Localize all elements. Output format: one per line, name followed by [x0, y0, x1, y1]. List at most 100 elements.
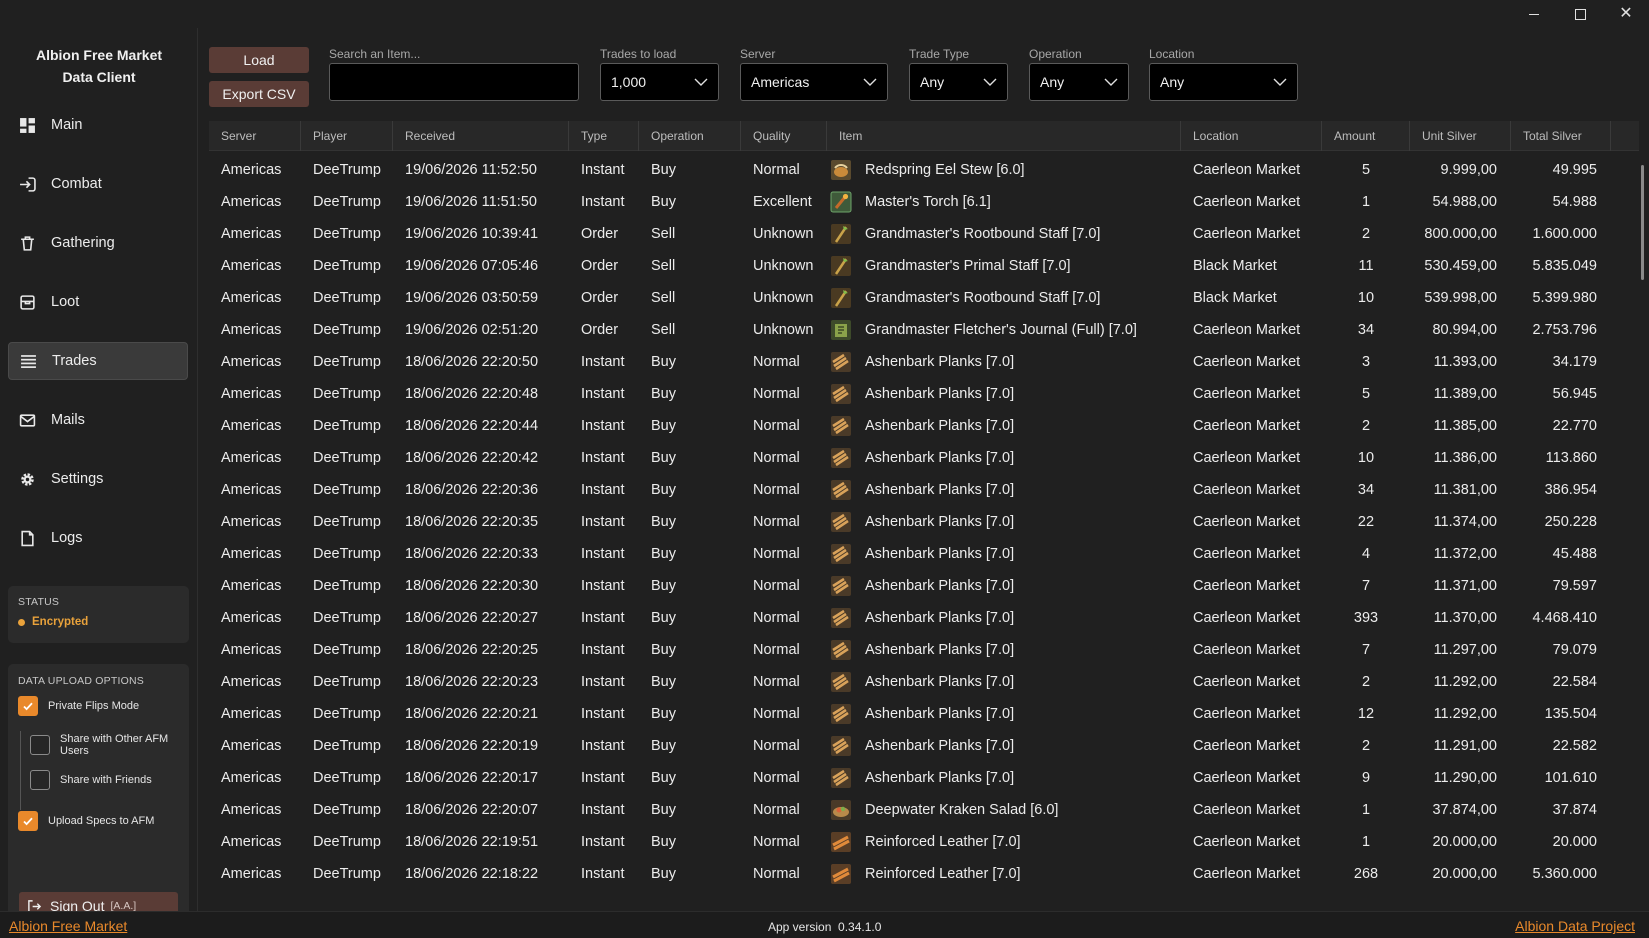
sidebar-item-mails[interactable]: Mails [8, 401, 188, 439]
table-row[interactable]: Americas DeeTrump 19/06/2026 02:51:20 Order… [209, 314, 1639, 346]
cell-amount: 3 [1361, 354, 1371, 370]
column-header-location[interactable]: Location [1181, 121, 1322, 151]
cell-server: Americas [221, 162, 282, 178]
mail-icon [18, 411, 36, 429]
table-row[interactable]: Americas DeeTrump 19/06/2026 11:51:50 Insta… [209, 186, 1639, 218]
table-row[interactable]: Americas DeeTrump 18/06/2026 22:20:50 Insta… [209, 346, 1639, 378]
column-header-type[interactable]: Type [569, 121, 639, 151]
private-flips-option[interactable]: Private Flips Mode [18, 696, 139, 716]
upload-specs-checkbox[interactable] [18, 811, 38, 831]
albion-data-project-link[interactable]: Albion Data Project [1515, 918, 1635, 934]
table-row[interactable]: Americas DeeTrump 18/06/2026 22:20:42 Insta… [209, 442, 1639, 474]
column-header-amount[interactable]: Amount [1322, 121, 1410, 151]
table-row[interactable]: Americas DeeTrump 18/06/2026 22:20:44 Insta… [209, 410, 1639, 442]
close-button[interactable]: ✕ [1603, 0, 1649, 28]
table-row[interactable]: Americas DeeTrump 18/06/2026 22:20:17 Insta… [209, 762, 1639, 794]
share-friends-option[interactable]: Share with Friends [30, 770, 152, 790]
column-header-unit-silver[interactable]: Unit Silver [1410, 121, 1511, 151]
maximize-button[interactable] [1557, 0, 1603, 28]
sidebar-item-gathering[interactable]: Gathering [8, 224, 188, 262]
location-select[interactable]: Any [1149, 63, 1298, 101]
column-header-quality[interactable]: Quality [741, 121, 827, 151]
cell-quality: Normal [753, 578, 800, 594]
share-friends-checkbox[interactable] [30, 770, 50, 790]
table-row[interactable]: Americas DeeTrump 18/06/2026 22:20:36 Insta… [209, 474, 1639, 506]
cell-unit-silver: 9.999,00 [1440, 162, 1497, 178]
cell-location: Caerleon Market [1193, 226, 1301, 242]
table-scrollbar[interactable] [1641, 165, 1644, 280]
cell-item: Ashenbark Planks [7.0] [827, 350, 1181, 374]
table-row[interactable]: Americas DeeTrump 18/06/2026 22:20:25 Insta… [209, 634, 1639, 666]
cell-location: Caerleon Market [1193, 834, 1301, 850]
table-row[interactable]: Americas DeeTrump 18/06/2026 22:20:07 Insta… [209, 794, 1639, 826]
cell-type: Instant [581, 482, 625, 498]
cell-player: DeeTrump [313, 738, 381, 754]
table-row[interactable]: Americas DeeTrump 19/06/2026 10:39:41 Order… [209, 218, 1639, 250]
close-icon: ✕ [1619, 5, 1633, 22]
planks-item-icon [829, 350, 853, 374]
table-row[interactable]: Americas DeeTrump 18/06/2026 22:20:27 Insta… [209, 602, 1639, 634]
cell-operation: Buy [651, 194, 676, 210]
sidebar-item-loot[interactable]: Loot [8, 283, 188, 321]
sidebar-item-main[interactable]: Main [8, 106, 188, 144]
cell-location: Caerleon Market [1193, 450, 1301, 466]
cell-total-silver: 56.945 [1552, 386, 1597, 402]
cell-amount: 4 [1361, 546, 1371, 562]
cell-player: DeeTrump [313, 322, 381, 338]
trade-type-select[interactable]: Any [909, 63, 1008, 101]
cell-location: Caerleon Market [1193, 418, 1301, 434]
column-header-operation[interactable]: Operation [639, 121, 741, 151]
upload-specs-option[interactable]: Upload Specs to AFM [18, 811, 154, 831]
table-row[interactable]: Americas DeeTrump 19/06/2026 03:50:59 Order… [209, 282, 1639, 314]
server-select[interactable]: Americas [740, 63, 888, 101]
share-afm-option[interactable]: Share with Other AFM Users [30, 733, 180, 757]
cell-operation: Sell [651, 258, 676, 274]
table-row[interactable]: Americas DeeTrump 19/06/2026 11:52:50 Insta… [209, 154, 1639, 186]
sidebar-item-trades[interactable]: Trades [8, 342, 188, 380]
cell-type: Instant [581, 866, 625, 882]
sidebar-item-label: Mails [51, 412, 85, 428]
table-row[interactable]: Americas DeeTrump 18/06/2026 22:20:33 Insta… [209, 538, 1639, 570]
albion-free-market-link[interactable]: Albion Free Market [9, 918, 127, 934]
check-icon [23, 702, 33, 711]
column-header-server[interactable]: Server [209, 121, 301, 151]
search-input[interactable] [329, 63, 579, 101]
table-row[interactable]: Americas DeeTrump 18/06/2026 22:20:21 Insta… [209, 698, 1639, 730]
load-button[interactable]: Load [209, 47, 309, 73]
table-row[interactable]: Americas DeeTrump 18/06/2026 22:20:48 Insta… [209, 378, 1639, 410]
column-header-item[interactable]: Item [827, 121, 1181, 151]
operation-select[interactable]: Any [1029, 63, 1129, 101]
cell-total-silver: 2.753.796 [1532, 322, 1597, 338]
sidebar-item-settings[interactable]: Settings [8, 460, 188, 498]
column-header-received[interactable]: Received [393, 121, 569, 151]
table-row[interactable]: Americas DeeTrump 18/06/2026 22:19:51 Insta… [209, 826, 1639, 858]
cell-item-name: Grandmaster's Rootbound Staff [7.0] [865, 226, 1101, 242]
sidebar: Albion Free Market Data Client Main Comb… [0, 28, 198, 932]
table-row[interactable]: Americas DeeTrump 18/06/2026 22:20:19 Insta… [209, 730, 1639, 762]
share-afm-checkbox[interactable] [30, 735, 50, 755]
cell-total-silver: 20.000 [1552, 834, 1597, 850]
trades-to-load-select[interactable]: 1,000 [600, 63, 719, 101]
table-row[interactable]: Americas DeeTrump 18/06/2026 22:20:35 Insta… [209, 506, 1639, 538]
column-header-player[interactable]: Player [301, 121, 393, 151]
sidebar-item-combat[interactable]: Combat [8, 165, 188, 203]
table-row[interactable]: Americas DeeTrump 19/06/2026 07:05:46 Order… [209, 250, 1639, 282]
chevron-down-icon [1104, 78, 1118, 86]
export-csv-button[interactable]: Export CSV [209, 81, 309, 107]
minimize-button[interactable] [1511, 0, 1557, 28]
cell-amount: 393 [1353, 610, 1379, 626]
cell-item-name: Master's Torch [6.1] [865, 194, 991, 210]
cell-total-silver: 45.488 [1552, 546, 1597, 562]
cell-server: Americas [221, 738, 282, 754]
table-row[interactable]: Americas DeeTrump 18/06/2026 22:20:30 Insta… [209, 570, 1639, 602]
table-row[interactable]: Americas DeeTrump 18/06/2026 22:18:22 Insta… [209, 858, 1639, 890]
column-header-total-silver[interactable]: Total Silver [1511, 121, 1611, 151]
leather-item-icon [829, 862, 853, 886]
table-row[interactable]: Americas DeeTrump 18/06/2026 22:20:23 Insta… [209, 666, 1639, 698]
sidebar-item-logs[interactable]: Logs [8, 519, 188, 557]
cell-operation: Buy [651, 802, 676, 818]
cell-quality: Normal [753, 386, 800, 402]
cell-total-silver: 49.995 [1552, 162, 1597, 178]
cell-quality: Normal [753, 866, 800, 882]
private-flips-checkbox[interactable] [18, 696, 38, 716]
